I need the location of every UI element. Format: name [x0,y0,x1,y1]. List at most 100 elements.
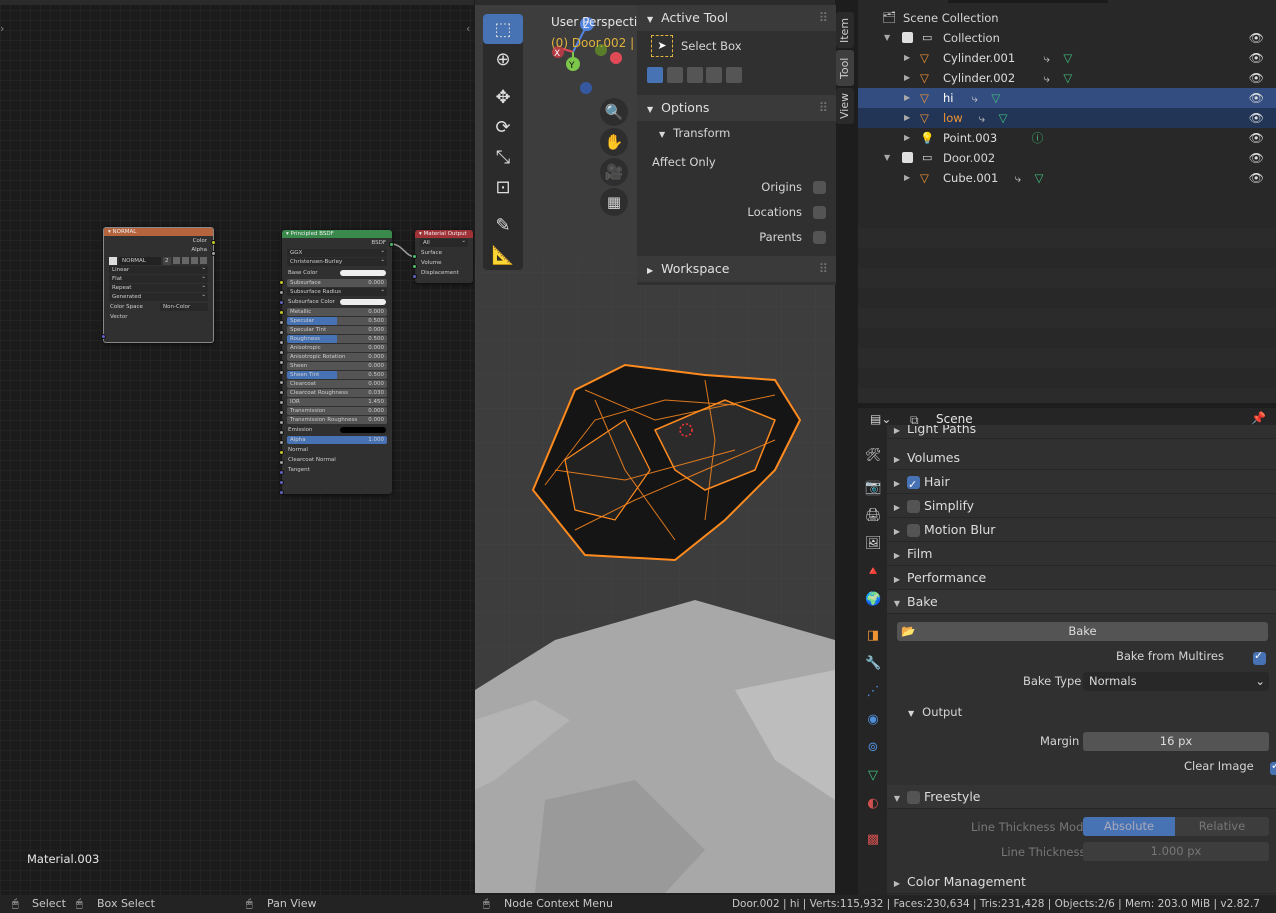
pin-icon[interactable]: 📌 [1251,411,1266,425]
bsdf-input-row[interactable]: Clearcoat 0.000 [287,380,387,388]
bsdf-input-row[interactable]: Subsurface Color [282,297,392,307]
bsdf-input-row[interactable]: Anisotropic 0.000 [287,344,387,352]
outliner-row[interactable]: ▶ ▽ low ⤷ ▽ 👁 [858,108,1276,128]
bsdf-input-socket[interactable] [279,440,284,445]
light-paths-section[interactable]: ▶ Light Paths [887,425,1276,439]
expand-arrow-icon[interactable]: ▶ [904,128,910,148]
modifier-link-icon[interactable]: ⤷ [1043,48,1049,68]
bsdf-input-socket[interactable] [279,360,284,365]
principled-bsdf-node[interactable]: ▾ Principled BSDF BSDF GGX Christensen-B… [282,230,392,494]
bsdf-input-socket[interactable] [279,420,284,425]
mode-invert-icon[interactable] [706,67,723,83]
expand-arrow-icon[interactable]: ▶ [904,108,910,128]
scale-tool[interactable]: ⤡ [483,142,523,172]
mesh-data-icon[interactable]: ▽ [999,108,1008,128]
source-dropdown[interactable]: Generated [109,291,208,301]
view-layer-icon[interactable]: 🖼 [865,536,882,552]
origins-checkbox[interactable] [813,181,826,194]
bsdf-input-row[interactable]: Clearcoat Normal [282,455,392,465]
bsdf-input-row[interactable]: Tangent [282,465,392,475]
bsdf-input-row[interactable]: Subsurface Radius [287,286,387,296]
bsdf-input-row[interactable]: Specular 0.500 [287,317,387,325]
outliner[interactable]: 🗂 Scene Collection ▼ ▭ Collection 👁 ▶ ▽ Cylind… [858,0,1276,403]
margin-field[interactable]: 16 px [1083,732,1269,751]
collapse-arrow-icon[interactable]: ‹ [466,22,470,35]
parents-checkbox[interactable] [813,231,826,244]
bsdf-input-row[interactable]: Metallic 0.000 [287,308,387,316]
scene-tab-icon[interactable]: 🔺 [865,564,881,580]
modifier-link-icon[interactable]: ⤷ [1015,168,1021,188]
bsdf-out-socket[interactable] [389,242,394,247]
bsdf-input-socket[interactable] [279,310,284,315]
volume-socket[interactable] [412,264,417,269]
constraints-icon[interactable]: ⊚ [865,740,881,756]
properties-editor[interactable]: ▤⌄ ⧉ Scene 📌 🛠 📷 🖨 🖼 🔺 🌍 ◨ 🔧 ⋰ ◉ ⊚ ▽ ◐ ▩… [858,408,1276,895]
mesh-data-icon[interactable]: ▽ [991,88,1000,108]
tool-settings-icon[interactable]: 🛠 [865,448,882,464]
output-icon[interactable]: 🖨 [865,508,882,524]
bsdf-input-socket[interactable] [279,290,284,295]
outliner-row[interactable]: ▼ ▭ Collection 👁 [858,28,1276,48]
hair-checkbox[interactable] [907,473,920,497]
pan-button[interactable]: ✋ [600,128,628,156]
mode-subtract-icon[interactable] [686,67,703,83]
bsdf-input-socket[interactable] [279,340,284,345]
open-image-icon[interactable] [190,257,198,264]
bsdf-input-socket[interactable] [279,390,284,395]
mesh-data-icon[interactable]: ▽ [1035,168,1044,188]
close-image-icon[interactable] [199,257,207,264]
sidebar-arrow-icon[interactable]: › [0,22,4,35]
checkbox-icon[interactable] [902,152,913,163]
light-data-icon[interactable]: ⓘ [1032,128,1044,148]
new-image-icon[interactable] [181,257,189,264]
relative-toggle[interactable]: Relative [1175,817,1269,836]
rotate-tool[interactable]: ⟳ [483,112,523,142]
outliner-row[interactable]: ▶ ▽ hi ⤷ ▽ 👁 [858,88,1276,108]
transform-subheader[interactable]: ▼ Transform [637,121,836,146]
bsdf-input-socket[interactable] [279,330,284,335]
extension-dropdown[interactable]: Repeat [109,282,208,292]
color-management-section[interactable]: ▶ Color Management [887,870,1276,894]
render-icon[interactable]: 📷 [865,480,881,496]
bsdf-input-socket[interactable] [279,490,284,495]
data-icon[interactable]: ▽ [865,768,881,784]
performance-section[interactable]: ▶ Performance [887,566,1276,590]
freestyle-checkbox[interactable] [907,791,920,804]
volumes-section[interactable]: ▶ Volumes [887,446,1276,470]
bsdf-input-row[interactable]: Sheen 0.000 [287,362,387,370]
bsdf-input-row[interactable]: Emission [282,425,392,435]
tab-item[interactable]: Item [836,12,854,48]
surface-socket[interactable] [412,254,417,259]
tab-view[interactable]: View [836,88,854,124]
active-tool-header[interactable]: ▼ Active Tool ⠿ [637,5,836,31]
eye-icon[interactable]: 👁 [1249,128,1264,148]
expand-arrow-icon[interactable]: ▶ [904,168,910,188]
motion-blur-section[interactable]: ▶ Motion Blur [887,518,1276,542]
measure-tool[interactable]: 📐 [483,240,523,270]
image-texture-node[interactable]: ▾ NORMAL Color Alpha NORMAL 2 Linear Fla… [103,227,214,343]
bsdf-input-row[interactable]: Transmission Roughness 0.000 [287,416,387,424]
bsdf-input-socket[interactable] [279,430,284,435]
camera-button[interactable]: 🎥 [600,158,628,186]
bsdf-input-socket[interactable] [279,350,284,355]
material-icon[interactable]: ◐ [865,796,881,812]
locations-checkbox-row[interactable]: Locations [637,200,836,225]
eye-icon[interactable]: 👁 [1249,148,1264,168]
cursor-tool[interactable]: ⊕ [483,44,523,74]
outliner-row[interactable]: ▶ 💡 Point.003 ⓘ 👁 [858,128,1276,148]
move-tool[interactable]: ✥ [483,82,523,112]
mesh-data-icon[interactable]: ▽ [1063,68,1072,88]
options-header[interactable]: ▼ Options ⠿ [637,95,836,121]
parents-checkbox-row[interactable]: Parents [637,225,836,250]
image-selector[interactable]: NORMAL 2 [109,256,208,265]
color-socket[interactable] [211,240,216,245]
eye-icon[interactable]: 👁 [1249,108,1264,128]
tab-tool[interactable]: Tool [836,50,854,86]
film-section[interactable]: ▶ Film [887,542,1276,566]
expand-arrow-icon[interactable]: ▼ [884,28,890,48]
mesh-data-icon[interactable]: ▽ [1063,48,1072,68]
bsdf-input-row[interactable]: Roughness 0.500 [287,335,387,343]
simplify-checkbox[interactable] [907,500,920,513]
bsdf-input-row[interactable]: Sheen Tint 0.500 [287,371,387,379]
expand-arrow-icon[interactable]: ▶ [904,68,910,88]
